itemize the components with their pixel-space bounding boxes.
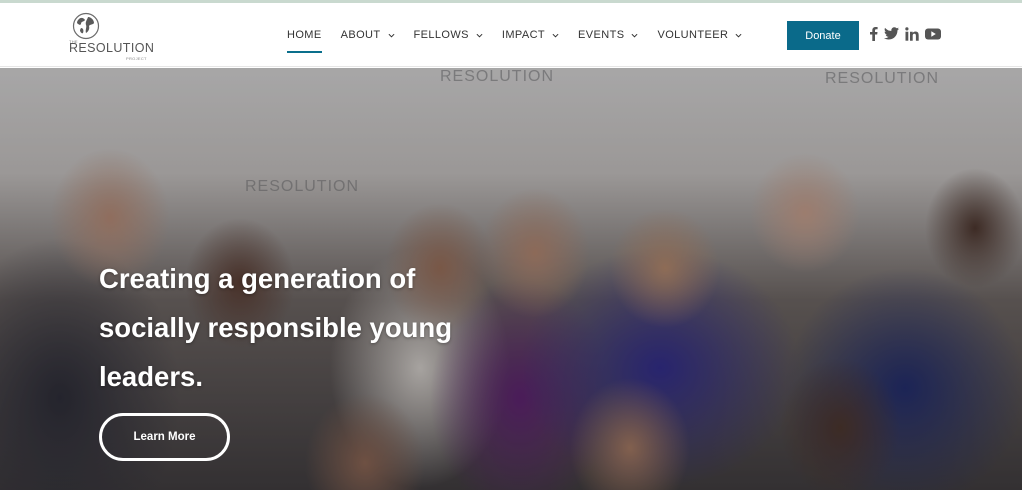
logo-wordmark: RESOLUTION xyxy=(69,41,155,55)
chevron-down-icon xyxy=(552,33,559,38)
nav-label: EVENTS xyxy=(578,29,625,41)
linkedin-icon[interactable] xyxy=(905,26,919,41)
social-links xyxy=(863,26,941,41)
nav-label: VOLUNTEER xyxy=(657,29,729,41)
nav-item-fellows[interactable]: FELLOWS xyxy=(414,3,483,67)
facebook-icon[interactable] xyxy=(869,26,878,41)
chevron-down-icon xyxy=(735,33,742,38)
chevron-down-icon xyxy=(631,33,638,38)
chevron-down-icon xyxy=(476,33,483,38)
youtube-icon[interactable] xyxy=(925,28,941,40)
logo-small-bottom: PROJECT xyxy=(126,56,147,61)
nav-label: HOME xyxy=(287,29,322,41)
twitter-icon[interactable] xyxy=(884,27,899,40)
nav-item-volunteer[interactable]: VOLUNTEER xyxy=(657,3,742,67)
main-nav: HOME ABOUT FELLOWS IMPACT EVENTS VOLUNTE… xyxy=(287,3,761,67)
nav-item-home[interactable]: HOME xyxy=(287,3,322,67)
site-header: THE RESOLUTION PROJECT HOME ABOUT FELLOW… xyxy=(0,3,1022,67)
nav-label: IMPACT xyxy=(501,29,546,41)
nav-item-about[interactable]: ABOUT xyxy=(341,3,395,67)
learn-more-button[interactable]: Learn More xyxy=(99,413,230,461)
site-logo[interactable]: THE RESOLUTION PROJECT xyxy=(66,12,154,62)
nav-item-events[interactable]: EVENTS xyxy=(578,3,638,67)
nav-label: ABOUT xyxy=(340,29,381,41)
donate-button[interactable]: Donate xyxy=(787,21,859,50)
globe-icon xyxy=(72,12,100,40)
hero-banner: RESOLUTION RESOLUTION RESOLUTION Creatin… xyxy=(0,68,1022,490)
nav-item-impact[interactable]: IMPACT xyxy=(502,3,559,67)
hero-headline: Creating a generation of socially respon… xyxy=(99,263,453,392)
chevron-down-icon xyxy=(388,33,395,38)
nav-label: FELLOWS xyxy=(413,29,469,41)
